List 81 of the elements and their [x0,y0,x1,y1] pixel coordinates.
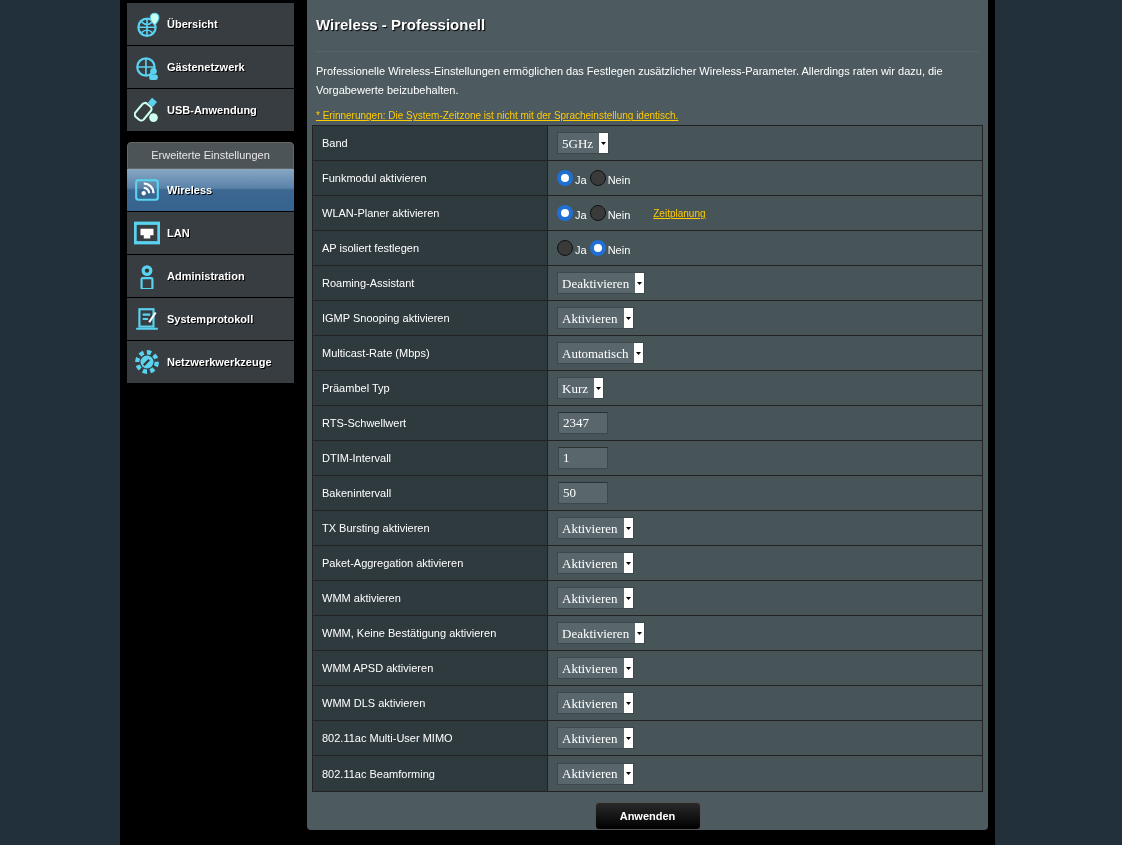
radio-label: Ja [575,173,587,189]
setting-label: 802.11ac Beamforming [313,756,548,792]
radio-button[interactable] [557,240,573,257]
setting-label: IGMP Snooping aktivieren [313,301,548,336]
radio-button[interactable] [589,170,606,187]
page-title: Wireless - Professionell [316,15,487,35]
caret-icon [637,282,643,285]
setting-label: Roaming-Assistant [313,266,548,301]
dropdown[interactable]: Kurz [557,377,604,400]
description-text: Professionelle Wireless-Einstellungen ermöglichen das Festlegen zusätzlicher Wireless-Parameter. Allerdings raten wir dazu, die Vorgabewerte beizubehalten. [316,64,944,99]
dropdown[interactable]: Aktivieren [557,307,634,330]
dropdown[interactable]: Aktivieren [557,657,634,680]
dropdown[interactable]: Aktivieren [557,517,634,540]
dropdown[interactable]: Aktivieren [557,552,634,575]
caret-icon [625,772,631,776]
setting-label: Multicast-Rate (Mbps) [313,336,548,371]
caret-icon [625,702,631,705]
log-icon [134,306,160,332]
setting-label: Funkmodul aktivieren [313,161,548,196]
sidebar-item[interactable]: LAN [127,212,294,255]
dropdown[interactable]: Automatisch [557,342,645,365]
setting-label: AP isoliert festlegen [313,231,548,266]
schedule-link[interactable]: Zeitplanung [653,206,706,221]
sidebar-item[interactable]: Netzwerkwerkzeuge [127,341,294,384]
caret-icon [596,387,601,390]
setting-label: WLAN-Planer aktivieren [313,196,548,231]
radio-label: Nein [607,208,631,224]
setting-label: WMM APSD aktivieren [313,651,548,686]
caret-icon [625,597,631,600]
section-header: Erweiterte Einstellungen [127,142,294,169]
lan-icon [134,220,160,246]
setting-label: TX Bursting aktivieren [313,511,548,546]
setting-label: Paket-Aggregation aktivieren [313,546,548,581]
gear-wrench-icon [134,349,160,375]
radio-button[interactable] [589,240,606,257]
sidebar-item[interactable]: Gästenetzwerk [127,46,294,89]
usb-icon [134,97,160,123]
radio-label: Ja [575,208,587,224]
radio-label: Ja [575,243,587,259]
radio-label: Nein [607,173,631,189]
dropdown[interactable]: Deaktivieren [557,272,646,295]
caret-icon [601,142,607,145]
setting-label: RTS-Schwellwert [313,406,548,441]
globe-people-icon [134,54,160,80]
dropdown[interactable]: Aktivieren [557,727,634,750]
wifi-icon [134,177,160,203]
sidebar-item[interactable]: Übersicht [127,3,294,46]
caret-icon [625,737,631,740]
radio-button[interactable] [557,205,573,222]
setting-label: Präambel Typ [313,371,548,406]
caret-icon [625,317,631,320]
dropdown[interactable]: Aktivieren [557,763,634,785]
input-field[interactable]: 1 [558,447,608,470]
setting-label: DTIM-Intervall [313,441,548,476]
setting-label: WMM DLS aktivieren [313,686,548,721]
caret-icon [625,667,631,670]
caret-icon [625,527,631,530]
radio-button[interactable] [557,170,573,187]
dropdown[interactable]: Aktivieren [557,692,634,715]
radio-button[interactable] [589,205,606,222]
caret-icon [636,352,642,355]
input-field[interactable]: 50 [558,482,608,505]
reminder-link[interactable]: * Erinnerungen: Die System-Zeitzone ist nicht mit der Spracheinstellung identisch. [316,108,679,124]
globe-pin-icon [134,11,160,37]
sidebar-item[interactable]: USB-Anwendung [127,89,294,132]
setting-label: Band [313,126,548,161]
setting-label: 802.11ac Multi-User MIMO [313,721,548,756]
apply-button[interactable]: Anwenden [594,802,701,830]
sidebar-item[interactable]: Administration [127,255,294,298]
input-field[interactable]: 2347 [558,412,608,435]
setting-label: Bakenintervall [313,476,548,511]
setting-label: WMM, Keine Bestätigung aktivieren [313,616,548,651]
caret-icon [637,632,643,635]
sidebar-item[interactable]: Wireless [127,169,294,212]
setting-label: WMM aktivieren [313,581,548,616]
caret-icon [625,562,631,565]
radio-label: Nein [607,243,631,259]
dropdown[interactable]: Deaktivieren [557,622,646,645]
dropdown[interactable]: 5GHz [557,132,610,155]
sidebar-item[interactable]: Systemprotokoll [127,298,294,341]
dropdown[interactable]: Aktivieren [557,587,634,610]
